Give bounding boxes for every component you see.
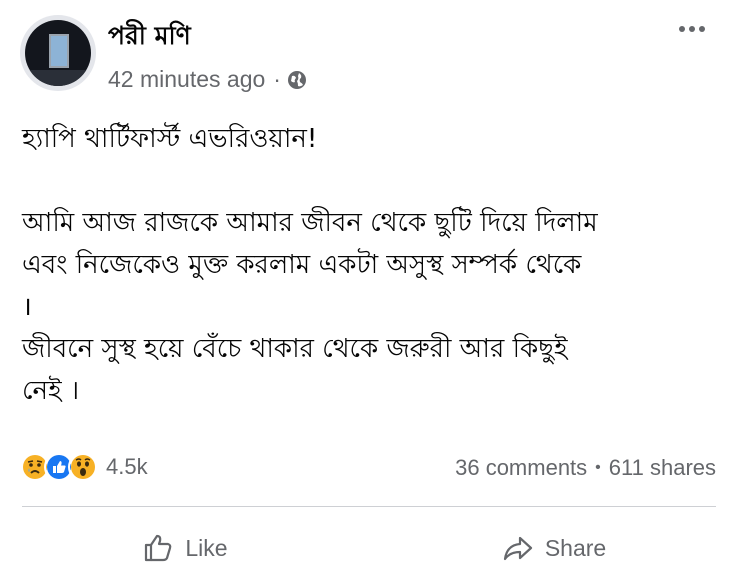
avatar-image: [25, 20, 91, 86]
post-text: হ্যাপি থার্টিফার্স্ট এভরিওয়ান! আমি আজ র…: [22, 118, 722, 412]
comments-count[interactable]: 36 comments: [455, 455, 587, 481]
post-stats: 36 comments • 611 shares: [455, 452, 716, 484]
like-label: Like: [185, 534, 228, 561]
share-label: Share: [544, 534, 607, 561]
share-button[interactable]: Share: [369, 516, 738, 580]
globe-icon[interactable]: [287, 69, 307, 89]
divider: [22, 506, 716, 507]
post-text-line: এবং নিজেকেও মুক্ত করলাম একটা অসুস্থ সম্প…: [22, 250, 582, 280]
shares-count[interactable]: 611 shares: [609, 455, 716, 481]
action-bar: Like Share: [0, 516, 738, 580]
post-text-line: জীবনে সুস্থ হয়ে বেঁচে থাকার থেকে জরুরী …: [22, 334, 568, 364]
meta-separator: ·: [273, 65, 281, 92]
post-timestamp[interactable]: 42 minutes ago: [108, 66, 265, 93]
like-button[interactable]: Like: [0, 516, 369, 580]
reactions-summary[interactable]: 4.5k: [20, 450, 148, 484]
wow-icon: [68, 452, 98, 482]
post-text-line: ।: [22, 292, 32, 322]
share-icon: [503, 536, 532, 561]
more-options-icon[interactable]: [672, 16, 712, 42]
post-meta: 42 minutes ago ·: [108, 64, 307, 94]
post-header: পরী মণি 42 minutes ago ·: [0, 0, 738, 110]
thumbs-up-icon: [145, 534, 172, 562]
reaction-count[interactable]: 4.5k: [106, 454, 148, 480]
post-text-line: আমি আজ রাজকে আমার জীবন থেকে ছুটি দিয়ে দ…: [22, 208, 598, 238]
author-name[interactable]: পরী মণি: [108, 16, 191, 59]
post-text-line: নেই ।: [22, 376, 80, 406]
stats-separator: •: [595, 459, 601, 476]
post-text-line: হ্যাপি থার্টিফার্স্ট এভরিওয়ান!: [22, 124, 318, 154]
avatar[interactable]: [20, 15, 96, 91]
